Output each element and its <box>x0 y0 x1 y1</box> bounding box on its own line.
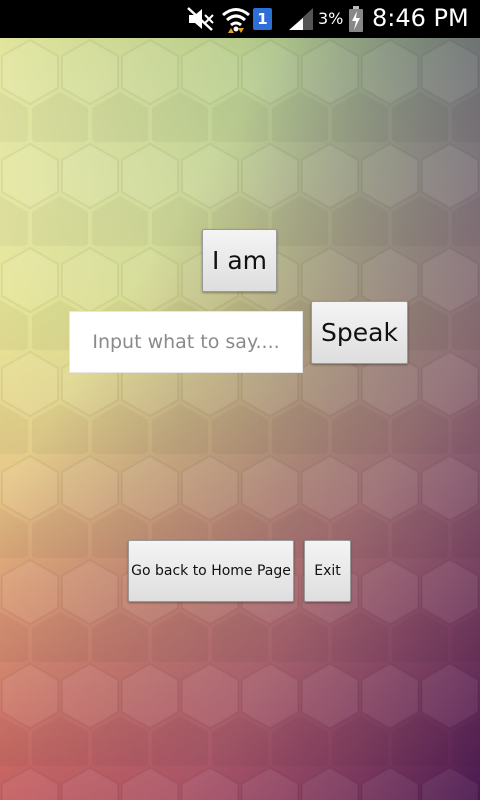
status-bar: 1 3% 8:46 PM <box>0 0 480 38</box>
speak-text-input[interactable] <box>69 311 303 373</box>
signal-icon <box>289 8 313 30</box>
go-home-button[interactable]: Go back to Home Page <box>128 540 294 602</box>
hexagon-background <box>0 38 480 800</box>
mute-icon <box>187 7 214 31</box>
i-am-button[interactable]: I am <box>202 229 277 292</box>
clock: 8:46 PM <box>372 4 469 32</box>
app-screen: 1 3% 8:46 PM I am Speak Go back to Home … <box>0 0 480 800</box>
sim-icon: 1 <box>253 8 272 30</box>
sim-badge-text: 1 <box>257 10 268 28</box>
wifi-icon <box>222 8 250 33</box>
battery-charging-icon <box>349 6 363 32</box>
speak-button[interactable]: Speak <box>311 301 408 364</box>
exit-button[interactable]: Exit <box>304 540 351 602</box>
battery-percent: 3% <box>318 9 344 28</box>
